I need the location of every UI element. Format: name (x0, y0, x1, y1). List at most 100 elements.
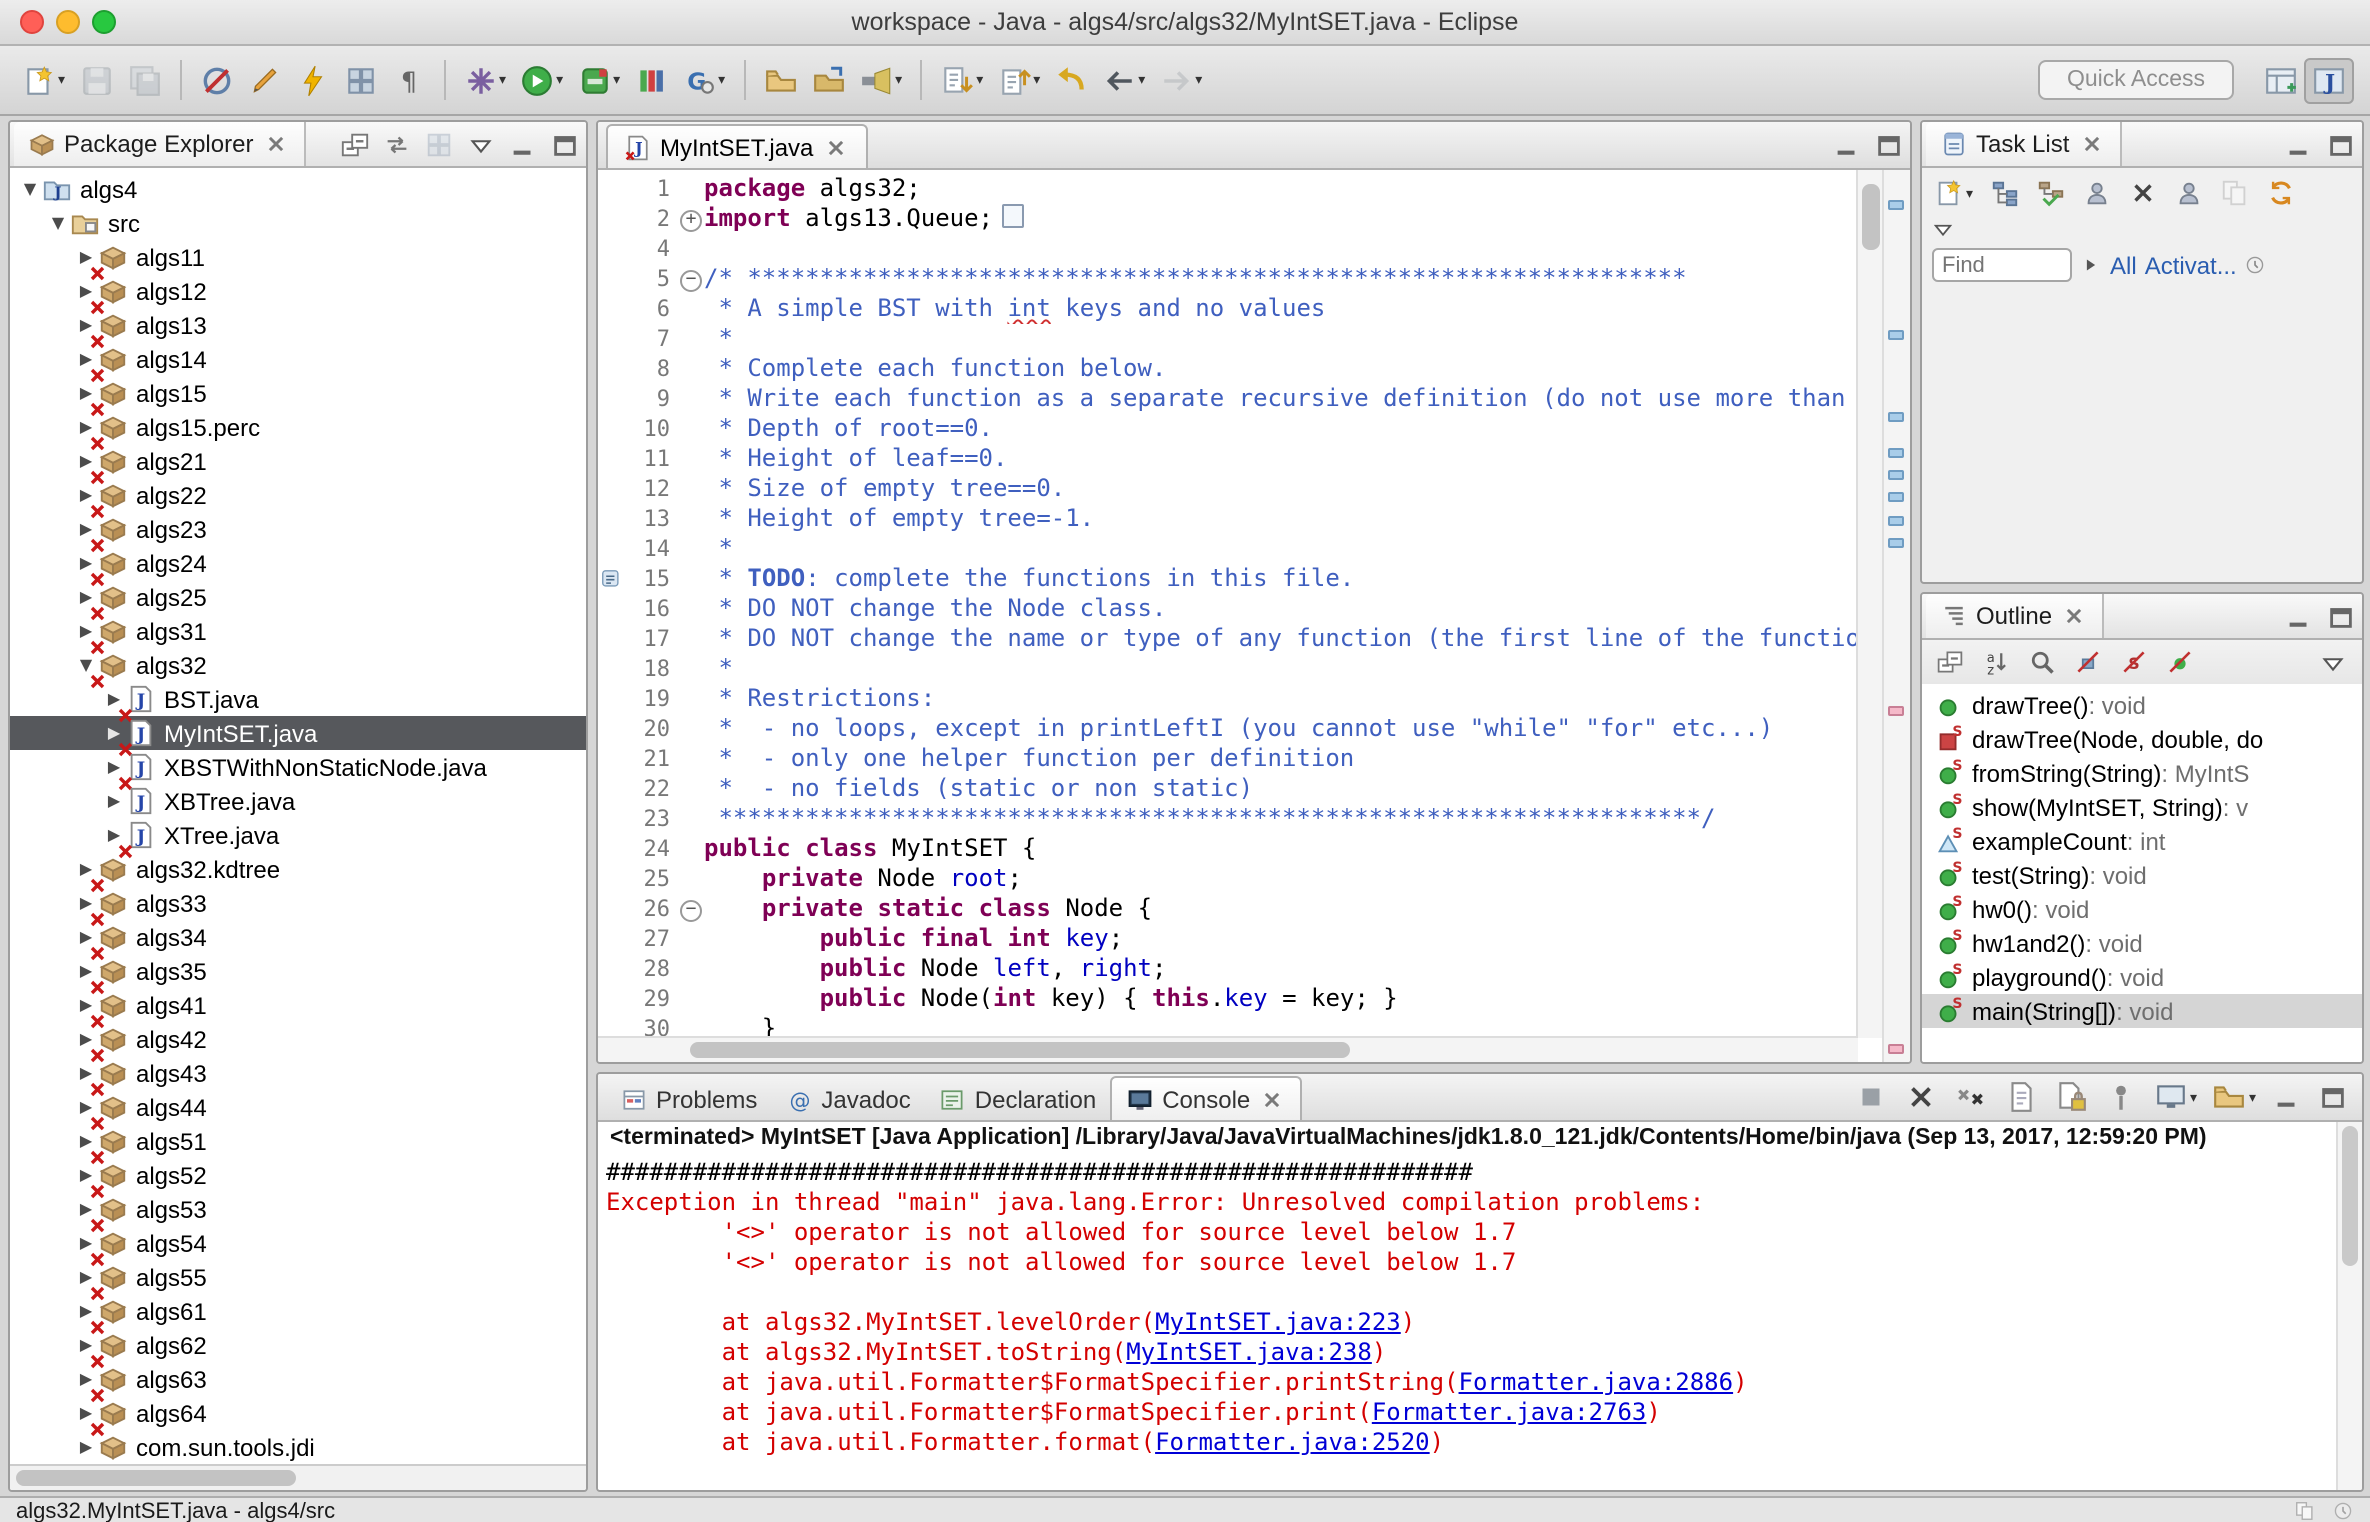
outline-minimize-button[interactable] (2284, 601, 2314, 631)
fold-collapse-icon[interactable]: − (680, 269, 702, 291)
close-outline-icon[interactable] (2060, 602, 2088, 630)
tab-javadoc[interactable]: @Javadoc (771, 1078, 924, 1120)
delete-task-button[interactable] (2121, 174, 2163, 212)
stack-trace-link[interactable]: Formatter.java:2520 (1155, 1428, 1430, 1456)
task-list-tab[interactable]: Task List (1926, 122, 2121, 166)
console-output[interactable]: ########################################… (598, 1156, 2338, 1490)
status-trim-icon-2[interactable] (2332, 1500, 2354, 1522)
new-button[interactable]: ▾ (16, 59, 71, 101)
code-line[interactable]: 7 * (598, 324, 1858, 354)
package-explorer-tab[interactable]: Package Explorer (14, 122, 305, 166)
expand-arrow-icon[interactable]: ▶ (74, 1438, 98, 1456)
view-menu-button[interactable] (466, 129, 496, 159)
console-minimize-button[interactable] (2272, 1082, 2302, 1112)
outline-item-hw0-[interactable]: Shw0() : void (1922, 892, 2362, 926)
generate-button[interactable]: G▾ (676, 59, 731, 101)
filter-activate-link[interactable]: Activat... (2145, 251, 2237, 279)
close-tab-icon[interactable] (1258, 1085, 1286, 1113)
categorized-button[interactable] (1983, 174, 2025, 212)
tab-problems[interactable]: Problems (606, 1078, 771, 1120)
code-line[interactable]: 24public class MyIntSET { (598, 834, 1858, 864)
task-list-minimize-button[interactable] (2284, 129, 2314, 159)
code-line[interactable]: 5−/* ***********************************… (598, 264, 1858, 294)
zoom-window-button[interactable] (92, 10, 116, 34)
tree-item-algs11[interactable]: ▶algs11 (10, 240, 586, 274)
people-button[interactable] (2167, 174, 2209, 212)
open-resource-button[interactable] (805, 59, 851, 101)
code-line[interactable]: 19 * Restrictions: (598, 684, 1858, 714)
new-task-button[interactable]: ▾ (1928, 174, 1979, 212)
stack-trace-link[interactable]: MyIntSET.java:223 (1155, 1308, 1401, 1336)
last-edit-location-button[interactable] (1048, 59, 1094, 101)
search-button[interactable]: ▾ (853, 59, 908, 101)
code-line[interactable]: 12 * Size of empty tree==0. (598, 474, 1858, 504)
code-line[interactable]: 1package algs32; (598, 174, 1858, 204)
task-list-menu-button[interactable] (1930, 215, 1956, 241)
focus-on-task-button[interactable] (424, 129, 454, 159)
open-type-button[interactable] (757, 59, 803, 101)
skip-all-breakpoints-button[interactable] (193, 59, 239, 101)
tree-item-XTree.java[interactable]: ▶JXTree.java (10, 818, 586, 852)
mark-occurrences-button[interactable] (337, 59, 383, 101)
code-line[interactable]: 22 * - no fields (static or non static) (598, 774, 1858, 804)
scrollbar-thumb[interactable] (2342, 1126, 2358, 1266)
editor-minimize-button[interactable] (1832, 130, 1862, 160)
forward-button[interactable]: ▾ (1153, 59, 1208, 101)
stack-trace-link[interactable]: Formatter.java:2886 (1459, 1368, 1734, 1396)
editor-maximize-button[interactable] (1874, 130, 1904, 160)
hide-non-public-button[interactable] (2160, 644, 2200, 680)
editor-hscrollbar[interactable] (598, 1036, 1858, 1062)
sort-button[interactable]: az (1976, 644, 2016, 680)
pin-console-button[interactable] (2098, 1076, 2144, 1118)
stack-trace-link[interactable]: Formatter.java:2763 (1372, 1398, 1647, 1426)
code-line[interactable]: 13 * Height of empty tree=-1. (598, 504, 1858, 534)
outline-item-fromstring-string-[interactable]: SfromString(String) : MyIntS (1922, 756, 2362, 790)
quick-access-button[interactable]: Quick Access (2038, 60, 2234, 100)
collapse-arrow-icon[interactable]: ▼ (46, 214, 70, 232)
outline-item-examplecount[interactable]: SexampleCount : int (1922, 824, 2362, 858)
tree-item-algs4[interactable]: ▼Jalgs4 (10, 172, 586, 206)
tree-item-algs32.kdtree[interactable]: ▶algs32.kdtree (10, 852, 586, 886)
code-line[interactable]: 4 (598, 234, 1858, 264)
code-line[interactable]: 27 public final int key; (598, 924, 1858, 954)
outline-item-drawtree-node-double-do[interactable]: SdrawTree(Node, double, do (1922, 722, 2362, 756)
fold-collapse-icon[interactable]: − (680, 899, 702, 921)
java-perspective-button[interactable]: J (2304, 57, 2354, 103)
back-button[interactable]: ▾ (1096, 59, 1151, 101)
task-find-input[interactable] (1932, 248, 2072, 282)
collapse-all-button[interactable] (1930, 644, 1970, 680)
minimize-window-button[interactable] (56, 10, 80, 34)
code-line[interactable]: 2+import algs13.Queue; (598, 204, 1858, 234)
outline-item-hw1and2-[interactable]: Shw1and2() : void (1922, 926, 2362, 960)
expand-all-icon[interactable] (2080, 254, 2102, 276)
tree-item-XBSTWithNonStaticNode.java[interactable]: ▶JXBSTWithNonStaticNode.java (10, 750, 586, 784)
outline-item-test-string-[interactable]: Stest(String) : void (1922, 858, 2362, 892)
code-line[interactable]: 23 *************************************… (598, 804, 1858, 834)
run-button[interactable]: ▾ (514, 59, 569, 101)
display-selected-console-button[interactable]: ▾ (2148, 1076, 2203, 1118)
scrollbar-thumb[interactable] (690, 1042, 1350, 1058)
open-perspective-button[interactable] (2258, 59, 2304, 101)
clear-console-button[interactable] (1998, 1076, 2044, 1118)
close-task-list-icon[interactable] (2077, 130, 2105, 158)
save-all-button[interactable] (121, 59, 167, 101)
code-line[interactable]: 18 * (598, 654, 1858, 684)
previous-annotation-button[interactable]: ▾ (991, 59, 1046, 101)
close-editor-tab-icon[interactable] (821, 133, 849, 161)
code-line[interactable]: 6 * A simple BST with int keys and no va… (598, 294, 1858, 324)
stack-trace-link[interactable]: MyIntSET.java:238 (1126, 1338, 1372, 1366)
link-with-editor-button[interactable] (382, 129, 412, 159)
code-line[interactable]: 25 private Node root; (598, 864, 1858, 894)
code-line[interactable]: 9 * Write each function as a separate re… (598, 384, 1858, 414)
remove-launch-button[interactable] (1898, 1076, 1944, 1118)
console-vscrollbar[interactable] (2336, 1122, 2362, 1490)
quick-fix-button[interactable] (289, 59, 335, 101)
scrollbar-thumb[interactable] (16, 1470, 296, 1486)
code-editor[interactable]: 1package algs32;2+import algs13.Queue;45… (598, 170, 1858, 1038)
tab-declaration[interactable]: Declaration (925, 1078, 1110, 1120)
status-trim-icon-1[interactable] (2294, 1500, 2316, 1522)
next-annotation-button[interactable]: ▾ (934, 59, 989, 101)
scroll-lock-button[interactable] (2048, 1076, 2094, 1118)
expand-arrow-icon[interactable]: ▶ (102, 792, 126, 810)
tree-item-MyIntSET.java[interactable]: ▶JMyIntSET.java (10, 716, 586, 750)
